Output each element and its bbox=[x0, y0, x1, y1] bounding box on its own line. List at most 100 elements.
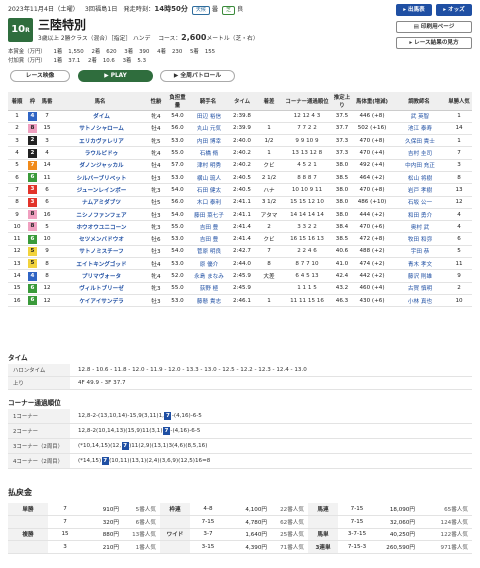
weather-label: 天候 bbox=[191, 6, 210, 15]
weight-carried-cell: 54.0 bbox=[167, 245, 188, 259]
bet-payout: 260,590円 bbox=[376, 540, 418, 554]
header-jockey: 騎手名 bbox=[188, 92, 228, 111]
horse-name-cell[interactable]: シルバーブリベット bbox=[55, 171, 145, 185]
popularity-cell: 13 bbox=[446, 183, 472, 197]
halon-value: 12.8 - 10.6 - 11.8 - 12.0 - 11.9 - 12.0 … bbox=[78, 367, 307, 373]
horse-name-cell[interactable]: ジューンレインボー bbox=[55, 183, 145, 197]
margin-cell: 2 bbox=[256, 220, 282, 234]
trainer-cell[interactable]: 武 英智 bbox=[392, 110, 446, 123]
waku-badge: 5 bbox=[28, 246, 37, 256]
jockey-cell[interactable]: 荻野 極 bbox=[188, 282, 228, 295]
trainer-cell[interactable]: 久保田 貴士 bbox=[392, 134, 446, 148]
horse-name-cell[interactable]: サトノミスチーフ bbox=[55, 245, 145, 259]
trainer-cell[interactable]: 小林 真也 bbox=[392, 294, 446, 308]
jockey-cell[interactable]: 永島 まなみ bbox=[188, 269, 228, 283]
header-popularity: 単勝人気 bbox=[446, 92, 472, 111]
bet-numbers: 3 bbox=[48, 540, 82, 554]
bet-numbers: 7-15 bbox=[190, 515, 226, 529]
trainer-cell[interactable]: 古賀 慎明 bbox=[392, 282, 446, 295]
sex-age-cell: 牝4 bbox=[145, 110, 167, 123]
jockey-cell[interactable]: 内田 博幸 bbox=[188, 134, 228, 148]
bet-type: 馬単 bbox=[308, 528, 338, 541]
jockey-cell[interactable]: 菅原 明良 bbox=[188, 245, 228, 259]
odds-button[interactable]: ▸ オッズ bbox=[436, 4, 472, 16]
jockey-cell[interactable]: 吉田 豊 bbox=[188, 232, 228, 246]
sex-age-cell: 牝4 bbox=[145, 269, 167, 283]
horse-name-cell[interactable]: ダノンジャッカル bbox=[55, 159, 145, 172]
horse-name-cell[interactable]: エリカヴァレリア bbox=[55, 134, 145, 148]
jockey-cell[interactable]: 原 優介 bbox=[188, 257, 228, 271]
bet-popularity: 22番人気 bbox=[270, 503, 308, 516]
print-page-button[interactable]: ▤ 印刷用ページ bbox=[396, 21, 472, 33]
trainer-cell[interactable]: 宇田 恭 bbox=[392, 245, 446, 259]
added-3: 5.3 bbox=[137, 58, 146, 64]
waku-cell: 8 bbox=[26, 220, 39, 234]
jockey-cell[interactable]: 丸山 元気 bbox=[188, 122, 228, 136]
waku-cell: 3 bbox=[26, 196, 39, 209]
jockey-cell[interactable]: 藤田 菜七子 bbox=[188, 208, 228, 222]
race-card-button[interactable]: ▸ 出馬表 bbox=[396, 4, 432, 16]
results-guide-label: レース結果の見方 bbox=[414, 40, 459, 46]
trainer-cell[interactable]: 岩戸 孝樹 bbox=[392, 183, 446, 197]
horse-name-cell[interactable]: ケイアイサンデラ bbox=[55, 294, 145, 308]
jockey-cell[interactable]: 田辺 裕信 bbox=[188, 110, 228, 123]
horse-name-cell[interactable]: ホウオウユニコーン bbox=[55, 220, 145, 234]
horse-name-cell[interactable]: ヴィルトブリーゼ bbox=[55, 282, 145, 295]
jockey-cell[interactable]: 石田 健太 bbox=[188, 183, 228, 197]
trainer-cell[interactable]: 池江 泰寿 bbox=[392, 122, 446, 136]
trainer-cell[interactable]: 和田 勇介 bbox=[392, 208, 446, 222]
patrol-video-button[interactable]: ▶ 全周パトロール bbox=[160, 70, 235, 82]
last-3f-cell: 40.6 bbox=[332, 245, 352, 259]
jockey-cell[interactable]: 木口 泰利 bbox=[188, 196, 228, 209]
trainer-cell[interactable]: 松山 将樹 bbox=[392, 171, 446, 185]
jockey-cell[interactable]: 津村 明秀 bbox=[188, 159, 228, 172]
trainer-cell[interactable]: 牧田 和弥 bbox=[392, 232, 446, 246]
weight-carried-cell: 57.0 bbox=[167, 159, 188, 172]
trainer-cell[interactable]: 吉村 圭司 bbox=[392, 146, 446, 160]
trainer-cell[interactable]: 中内田 充正 bbox=[392, 159, 446, 172]
corner-order-before: (*10,14,15)(12, bbox=[78, 443, 122, 449]
trainer-cell[interactable]: 奥村 武 bbox=[392, 220, 446, 234]
prize-3: 390 bbox=[139, 49, 150, 55]
horse-name-cell[interactable]: セツメンバドウオ bbox=[55, 232, 145, 246]
corner-order: 12,8-2(10,14,13)(15,9)11(3,1) 7 -(4,16)-6-… bbox=[78, 424, 200, 438]
jockey-cell[interactable]: 藤懸 貴志 bbox=[188, 294, 228, 308]
corner-positions-cell: 4 5 2 1 bbox=[282, 159, 332, 172]
body-weight-cell: 470 (+8) bbox=[352, 134, 392, 148]
horse-name-cell[interactable]: プリマヴォータ bbox=[55, 269, 145, 283]
sex-age-cell: 牝3 bbox=[145, 183, 167, 197]
corner-positions-cell: 3 3 2 2 bbox=[282, 220, 332, 234]
corner-order: 12,8-2-(13,10,14)-15,9(3,11)1, 7 -(4,16)-6… bbox=[78, 409, 202, 423]
corner-positions-cell: 10 10 9 11 bbox=[282, 183, 332, 197]
time-cell: 2:39.8 bbox=[228, 110, 256, 123]
horse-name-cell[interactable]: エイトキングゴッド bbox=[55, 257, 145, 271]
bet-payout: 320円 bbox=[82, 515, 122, 529]
horse-name-cell[interactable]: ニシノファンフェア bbox=[55, 208, 145, 222]
track-label: 芝 bbox=[221, 6, 235, 15]
corner-row: 1コーナー 12,8-2-(13,10,14)-15,9(3,11)1, 7 -(4,… bbox=[8, 409, 472, 424]
bet-numbers: 7-15 bbox=[338, 503, 376, 516]
added-1: 37.1 bbox=[68, 58, 81, 64]
corner-section-title: コーナー通過順位 bbox=[8, 399, 61, 407]
jockey-cell[interactable]: 石橋 脩 bbox=[188, 146, 228, 160]
corner-positions-cell: 15 15 12 10 bbox=[282, 196, 332, 209]
results-guide-button[interactable]: ▸ レース結果の見方 bbox=[396, 37, 472, 49]
course-label: コース： bbox=[158, 36, 182, 42]
payout-row: 7 320円 6番人気 7-15 4,780円 62番人気 7-15 32,060円 124番人… bbox=[8, 515, 472, 529]
horse-name-cell[interactable]: サトノシャローム bbox=[55, 122, 145, 136]
prize-3-label: 3着 bbox=[124, 49, 134, 55]
horse-name-cell[interactable]: ナムアミダブツ bbox=[55, 196, 145, 209]
bet-numbers: 3-7-15 bbox=[338, 528, 376, 541]
trainer-cell[interactable]: 石坂 公一 bbox=[392, 196, 446, 209]
header-time: タイム bbox=[228, 92, 256, 111]
jockey-cell[interactable]: 横山 琉人 bbox=[188, 171, 228, 185]
corner-row: 2コーナー 12,8-2(10,14,13)(15,9)11(3,1) 7 -(4,1… bbox=[8, 424, 472, 439]
corner-order-after: -(4,16)-6-5 bbox=[170, 428, 201, 434]
trainer-cell[interactable]: 青木 孝文 bbox=[392, 257, 446, 271]
trainer-cell[interactable]: 藤沢 則雄 bbox=[392, 269, 446, 283]
jockey-cell[interactable]: 吉田 豊 bbox=[188, 220, 228, 234]
horse-name-cell[interactable]: ラウルピドゥ bbox=[55, 146, 145, 160]
play-button[interactable]: ▶ PLAY bbox=[78, 70, 153, 82]
horse-name-cell[interactable]: ダイム bbox=[55, 110, 145, 123]
race-video-button[interactable]: レース映像 bbox=[10, 70, 70, 82]
